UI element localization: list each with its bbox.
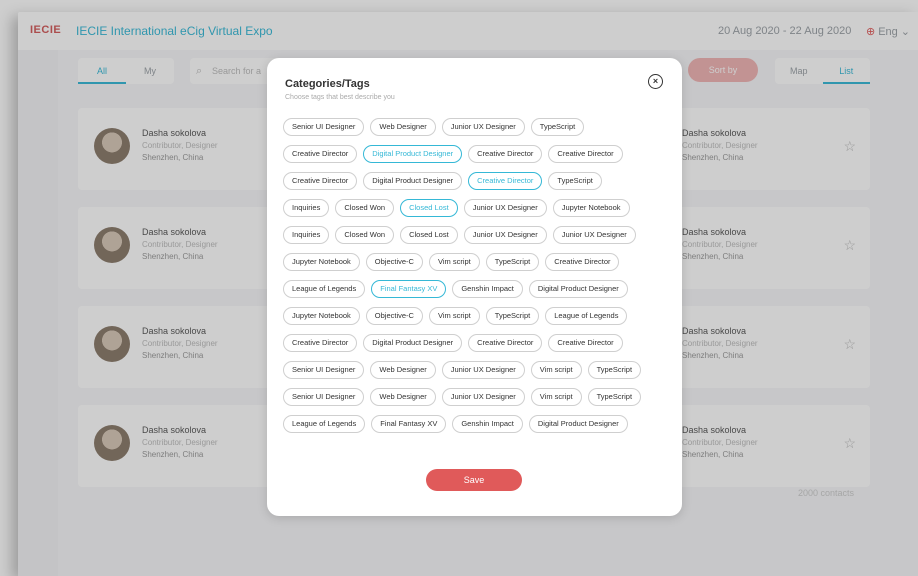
tag-chip-selected[interactable]: Closed Lost <box>400 199 458 217</box>
tag-row: Creative Director Digital Product Designe… <box>283 145 668 163</box>
tag-row: Senior UI Designer Web Designer Junior UX … <box>283 361 668 379</box>
tag-chip[interactable]: Web Designer <box>370 118 436 136</box>
tag-chip[interactable]: Closed Won <box>335 199 395 217</box>
tags-modal: Categories/Tags Choose tags that best de… <box>267 58 682 516</box>
tag-chip[interactable]: Creative Director <box>283 172 358 190</box>
tag-chip[interactable]: Genshin Impact <box>452 415 523 433</box>
tag-chip[interactable]: Creative Director <box>545 253 620 271</box>
tag-chip[interactable]: Junior UX Designer <box>441 118 525 136</box>
modal-title: Categories/Tags <box>285 78 370 90</box>
tag-chip[interactable]: Closed Lost <box>400 226 458 244</box>
tag-chip[interactable]: TypeScript <box>587 388 642 406</box>
tag-chip[interactable]: Vim script <box>530 361 582 379</box>
tag-row: League of Legends Final Fantasy XV Genshin… <box>283 280 668 298</box>
tag-chip[interactable]: Creative Director <box>283 334 358 352</box>
close-icon[interactable]: × <box>648 74 663 89</box>
tag-chip[interactable]: Web Designer <box>370 388 436 406</box>
tag-chip[interactable]: Web Designer <box>370 361 436 379</box>
tag-row: Senior UI Designer Web Designer Junior UX … <box>283 118 668 136</box>
save-button[interactable]: Save <box>426 469 522 491</box>
modal-subtitle: Choose tags that best describe you <box>285 94 395 101</box>
tag-chip[interactable]: Jupyter Notebook <box>552 199 630 217</box>
window-frame: IECIE IECIE International eCig Virtual E… <box>0 0 918 576</box>
tag-chip[interactable]: League of Legends <box>545 307 628 325</box>
tag-row: Creative Director Digital Product Designe… <box>283 334 668 352</box>
tag-chip[interactable]: Digital Product Designer <box>363 172 463 190</box>
tag-chip-selected[interactable]: Digital Product Designer <box>363 145 463 163</box>
tag-chip[interactable]: Junior UX Designer <box>441 388 525 406</box>
tag-chip[interactable]: TypeScript <box>485 307 540 325</box>
tag-chip[interactable]: Creative Director <box>283 145 358 163</box>
tag-row: Inquiries Closed Won Closed Lost Junior UX … <box>283 226 668 244</box>
tag-chip[interactable]: Creative Director <box>548 334 623 352</box>
tag-chip[interactable]: Digital Product Designer <box>528 415 628 433</box>
tag-chip[interactable]: Senior UI Designer <box>283 118 365 136</box>
tag-chip[interactable]: Junior UX Designer <box>552 226 636 244</box>
tag-row: Senior UI Designer Web Designer Junior UX … <box>283 388 668 406</box>
tag-chip[interactable]: Creative Director <box>468 334 543 352</box>
tag-chip[interactable]: Junior UX Designer <box>441 361 525 379</box>
tag-chip[interactable]: Senior UI Designer <box>283 388 365 406</box>
tag-chip[interactable]: Junior UX Designer <box>463 226 547 244</box>
tag-chip[interactable]: TypeScript <box>587 361 642 379</box>
tag-chip[interactable]: Digital Product Designer <box>528 280 628 298</box>
tag-row: League of Legends Final Fantasy XV Genshin… <box>283 415 668 433</box>
tag-chip[interactable]: Closed Won <box>335 226 395 244</box>
tag-chip[interactable]: Vim script <box>428 307 480 325</box>
tag-chip[interactable]: Vim script <box>428 253 480 271</box>
tag-chip[interactable]: Objective-C <box>365 307 423 325</box>
tag-chip-selected[interactable]: Final Fantasy XV <box>371 280 447 298</box>
tag-chip[interactable]: Objective-C <box>365 253 423 271</box>
tag-chip-selected[interactable]: Creative Director <box>468 172 543 190</box>
tag-row: Jupyter Notebook Objective-C Vim script Typ… <box>283 307 668 325</box>
tag-chip[interactable]: TypeScript <box>530 118 585 136</box>
tag-chip[interactable]: Junior UX Designer <box>463 199 547 217</box>
tag-chip[interactable]: Creative Director <box>468 145 543 163</box>
tag-chip[interactable]: Digital Product Designer <box>363 334 463 352</box>
tag-chip[interactable]: Final Fantasy XV <box>371 415 447 433</box>
tag-chip[interactable]: Genshin Impact <box>452 280 523 298</box>
tag-chip[interactable]: TypeScript <box>548 172 602 190</box>
tag-chip[interactable]: League of Legends <box>283 415 366 433</box>
tag-chip[interactable]: Inquiries <box>283 226 330 244</box>
tag-list: Senior UI Designer Web Designer Junior UX … <box>283 118 668 442</box>
tag-chip[interactable]: Jupyter Notebook <box>283 253 360 271</box>
tag-chip[interactable]: Inquiries <box>283 199 330 217</box>
tag-chip[interactable]: Senior UI Designer <box>283 361 365 379</box>
tag-row: Inquiries Closed Won Closed Lost Junior UX … <box>283 199 668 217</box>
tag-row: Jupyter Notebook Objective-C Vim script Typ… <box>283 253 668 271</box>
tag-row: Creative Director Digital Product Designe… <box>283 172 668 190</box>
tag-chip[interactable]: Creative Director <box>548 145 623 163</box>
tag-chip[interactable]: Jupyter Notebook <box>283 307 360 325</box>
tag-chip[interactable]: League of Legends <box>283 280 366 298</box>
tag-chip[interactable]: TypeScript <box>485 253 540 271</box>
tag-chip[interactable]: Vim script <box>530 388 582 406</box>
